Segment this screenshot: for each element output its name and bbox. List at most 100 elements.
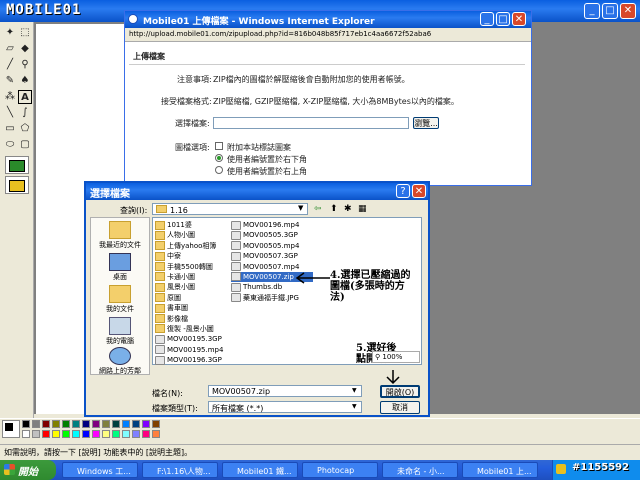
file-item[interactable]: MOV00196.3GP — [155, 355, 229, 365]
folder-item[interactable]: 原圖 — [155, 293, 229, 303]
close-button[interactable]: ✕ — [620, 3, 636, 19]
new-folder-icon[interactable]: ✱ — [344, 204, 352, 214]
folder-item[interactable]: 風景小圖 — [155, 282, 229, 292]
fill-style-option-1[interactable] — [5, 156, 29, 174]
taskbar-button[interactable]: Photocap — [302, 462, 378, 478]
place-desktop[interactable]: 桌面 — [91, 253, 149, 282]
ie-address-bar[interactable]: http://upload.mobile01.com/zipupload.php… — [125, 28, 531, 42]
color-swatch[interactable] — [132, 420, 140, 428]
rect-select-icon[interactable]: ⬚ — [18, 26, 32, 40]
taskbar-button[interactable]: F:\1.16\人物... — [142, 462, 218, 478]
color-swatch[interactable] — [92, 420, 100, 428]
text-tool-icon[interactable]: A — [18, 90, 32, 104]
color-swatch[interactable] — [152, 420, 160, 428]
folder-item[interactable]: 上傳yahoo相簿 — [155, 241, 229, 251]
color-swatch[interactable] — [42, 420, 50, 428]
bottom-right-radio[interactable] — [215, 154, 223, 162]
dialog-close-button[interactable]: ✕ — [412, 184, 426, 198]
taskbar-button[interactable]: 未命名 - 小... — [382, 462, 458, 478]
filename-input[interactable]: MOV00507.zip — [208, 385, 362, 397]
ie-maximize-button[interactable]: □ — [496, 12, 510, 26]
maximize-button[interactable]: □ — [602, 3, 618, 19]
color-swatch[interactable] — [142, 430, 150, 438]
brush-icon[interactable]: ♠ — [18, 74, 32, 88]
free-select-icon[interactable]: ✦ — [3, 26, 17, 40]
color-swatch[interactable] — [92, 430, 100, 438]
color-swatch[interactable] — [112, 420, 120, 428]
color-swatch[interactable] — [22, 430, 30, 438]
color-swatch[interactable] — [82, 430, 90, 438]
taskbar-button[interactable]: Windows 工... — [62, 462, 138, 478]
color-swatch[interactable] — [82, 420, 90, 428]
taskbar-button[interactable]: Mobile01 上... — [462, 462, 538, 478]
color-swatch[interactable] — [72, 430, 80, 438]
color-swatch[interactable] — [32, 420, 40, 428]
color-swatch[interactable] — [32, 430, 40, 438]
rounded-rect-icon[interactable]: ▢ — [18, 138, 32, 152]
filename-dropdown-icon[interactable]: ▼ — [352, 387, 357, 394]
polygon-icon[interactable]: ⬠ — [18, 122, 32, 136]
fill-icon[interactable]: ◆ — [18, 42, 32, 56]
file-item[interactable]: 藥東通福手鐵.JPG — [231, 293, 313, 303]
file-item[interactable]: MOV00195.3GP — [155, 334, 229, 344]
airbrush-icon[interactable]: ⁂ — [3, 90, 17, 104]
folder-item[interactable]: 卡通小圖 — [155, 272, 229, 282]
place-computer[interactable]: 我的電腦 — [91, 317, 149, 346]
curve-icon[interactable]: ∫ — [18, 106, 32, 120]
taskbar-button[interactable]: Mobile01 鐵... — [222, 462, 298, 478]
file-item[interactable]: MOV00196.mp4 — [231, 220, 313, 230]
open-button[interactable]: 開啟(O) — [380, 385, 420, 398]
pencil-icon[interactable]: ✎ — [3, 74, 17, 88]
color-swatch[interactable] — [112, 430, 120, 438]
place-documents[interactable]: 我的文件 — [91, 285, 149, 314]
color-swatch[interactable] — [102, 420, 110, 428]
ellipse-icon[interactable]: ⬭ — [3, 138, 17, 152]
file-item[interactable]: MOV00505.mp4 — [231, 241, 313, 251]
color-swatch[interactable] — [52, 430, 60, 438]
minimize-button[interactable]: _ — [584, 3, 600, 19]
color-swatch[interactable] — [122, 430, 130, 438]
filetype-dropdown-icon[interactable]: ▼ — [352, 403, 357, 410]
eyedropper-icon[interactable]: ╱ — [3, 58, 17, 72]
color-swatch[interactable] — [132, 430, 140, 438]
rectangle-icon[interactable]: ▭ — [3, 122, 17, 136]
folder-item[interactable]: 1011婆 — [155, 220, 229, 230]
dropdown-arrow-icon[interactable]: ▼ — [298, 204, 303, 212]
upload-file-input[interactable] — [213, 117, 409, 129]
browse-button[interactable]: 瀏覽... — [413, 117, 439, 129]
folder-item[interactable]: 復製 -風景小圖 — [155, 324, 229, 334]
color-swatch[interactable] — [52, 420, 60, 428]
ie-close-button[interactable]: ✕ — [512, 12, 526, 26]
place-network[interactable]: 網路上的芳鄰 — [91, 347, 149, 376]
back-icon[interactable]: ⇦ — [314, 204, 322, 214]
color-swatch[interactable] — [62, 430, 70, 438]
eraser-icon[interactable]: ▱ — [3, 42, 17, 56]
shield-icon[interactable] — [556, 464, 566, 474]
color-swatch[interactable] — [102, 430, 110, 438]
folder-item[interactable]: 影像檔 — [155, 314, 229, 324]
filetype-select[interactable]: 所有檔案 (*.*) — [208, 401, 362, 413]
folder-item[interactable]: 中寮 — [155, 251, 229, 261]
magnifier-icon[interactable]: ⚲ — [18, 58, 32, 72]
color-swatch[interactable] — [122, 420, 130, 428]
file-item[interactable]: MOV00507.3GP — [231, 251, 313, 261]
file-item[interactable]: MOV00195.mp4 — [155, 345, 229, 355]
dialog-help-button[interactable]: ? — [396, 184, 410, 198]
watermark-checkbox[interactable] — [215, 142, 223, 150]
file-item[interactable]: MOV00505.3GP — [231, 230, 313, 240]
cancel-button[interactable]: 取消 — [380, 401, 420, 414]
folder-item[interactable]: 人物小圖 — [155, 230, 229, 240]
fill-style-option-2[interactable] — [5, 176, 29, 194]
color-swatch[interactable] — [152, 430, 160, 438]
color-swatch[interactable] — [72, 420, 80, 428]
color-swatch[interactable] — [22, 420, 30, 428]
up-folder-icon[interactable]: ⬆ — [330, 204, 338, 214]
top-right-radio[interactable] — [215, 166, 223, 174]
place-recent[interactable]: 我最近的文件 — [91, 221, 149, 250]
folder-item[interactable]: 手機5500轉圖 — [155, 262, 229, 272]
ie-minimize-button[interactable]: _ — [480, 12, 494, 26]
folder-item[interactable]: 書車圖 — [155, 303, 229, 313]
view-menu-icon[interactable]: ▦ — [358, 204, 367, 214]
color-swatch[interactable] — [142, 420, 150, 428]
lookin-dropdown[interactable]: 1.16 — [152, 203, 308, 215]
